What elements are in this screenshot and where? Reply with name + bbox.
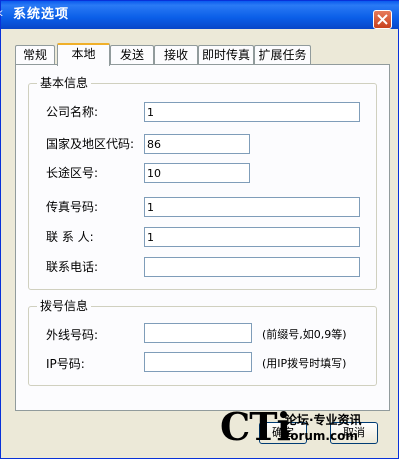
basic-info-group: 基本信息 公司名称: 国家及地区代码: 长途区号: 传真号码: 联 系 人: 联… [28, 76, 377, 290]
ip-number-input[interactable] [144, 352, 252, 372]
area-code-label: 长途区号: [46, 166, 99, 180]
system-options-dialog: k 系统选项 常规 本地 发送 接收 即时传真 扩展任务 基本信息 公司名称: … [0, 0, 399, 459]
country-code-input[interactable] [144, 134, 250, 154]
tab-general[interactable]: 常规 [15, 45, 55, 65]
ip-number-hint: (用IP拨号时填写) [262, 357, 347, 370]
outside-line-label: 外线号码: [46, 328, 99, 342]
tab-send[interactable]: 发送 [110, 45, 154, 65]
window-title: 系统选项 [13, 7, 70, 22]
watermark-domain: forum.com [285, 429, 358, 443]
watermark-tagline: 论坛·专业资讯 [285, 413, 362, 427]
outside-line-input[interactable] [144, 323, 252, 343]
title-bar[interactable]: k 系统选项 [0, 1, 399, 29]
fax-number-label: 传真号码: [46, 200, 99, 214]
area-code-input[interactable] [144, 163, 250, 183]
country-code-label: 国家及地区代码: [46, 137, 135, 151]
close-icon [377, 14, 388, 25]
dial-info-label: 拨号信息 [37, 299, 92, 313]
contact-phone-input[interactable] [144, 257, 360, 277]
tab-local[interactable]: 本地 [57, 43, 110, 66]
basic-info-label: 基本信息 [37, 76, 92, 90]
title-prefix: k [0, 8, 7, 20]
fax-number-input[interactable] [144, 197, 360, 217]
contact-person-label: 联 系 人: [46, 230, 94, 244]
ip-number-label: IP号码: [46, 357, 85, 371]
company-name-input[interactable] [144, 102, 360, 122]
contact-person-input[interactable] [144, 227, 360, 247]
tab-instant-fax[interactable]: 即时传真 [198, 45, 254, 65]
close-button[interactable] [373, 10, 392, 29]
dial-info-group: 拨号信息 外线号码: (前缀号,如0,9等) IP号码: (用IP拨号时填写) [28, 299, 377, 386]
company-name-label: 公司名称: [46, 105, 99, 119]
contact-phone-label: 联系电话: [46, 260, 99, 274]
outside-line-hint: (前缀号,如0,9等) [262, 328, 347, 341]
tab-extended-tasks[interactable]: 扩展任务 [254, 45, 311, 65]
cti-forum-watermark: CTi 论坛·专业资讯 forum.com [220, 405, 395, 455]
cti-logo: CTi [220, 404, 291, 449]
local-tab-panel: 基本信息 公司名称: 国家及地区代码: 长途区号: 传真号码: 联 系 人: 联… [15, 64, 390, 411]
tab-receive[interactable]: 接收 [154, 45, 198, 65]
